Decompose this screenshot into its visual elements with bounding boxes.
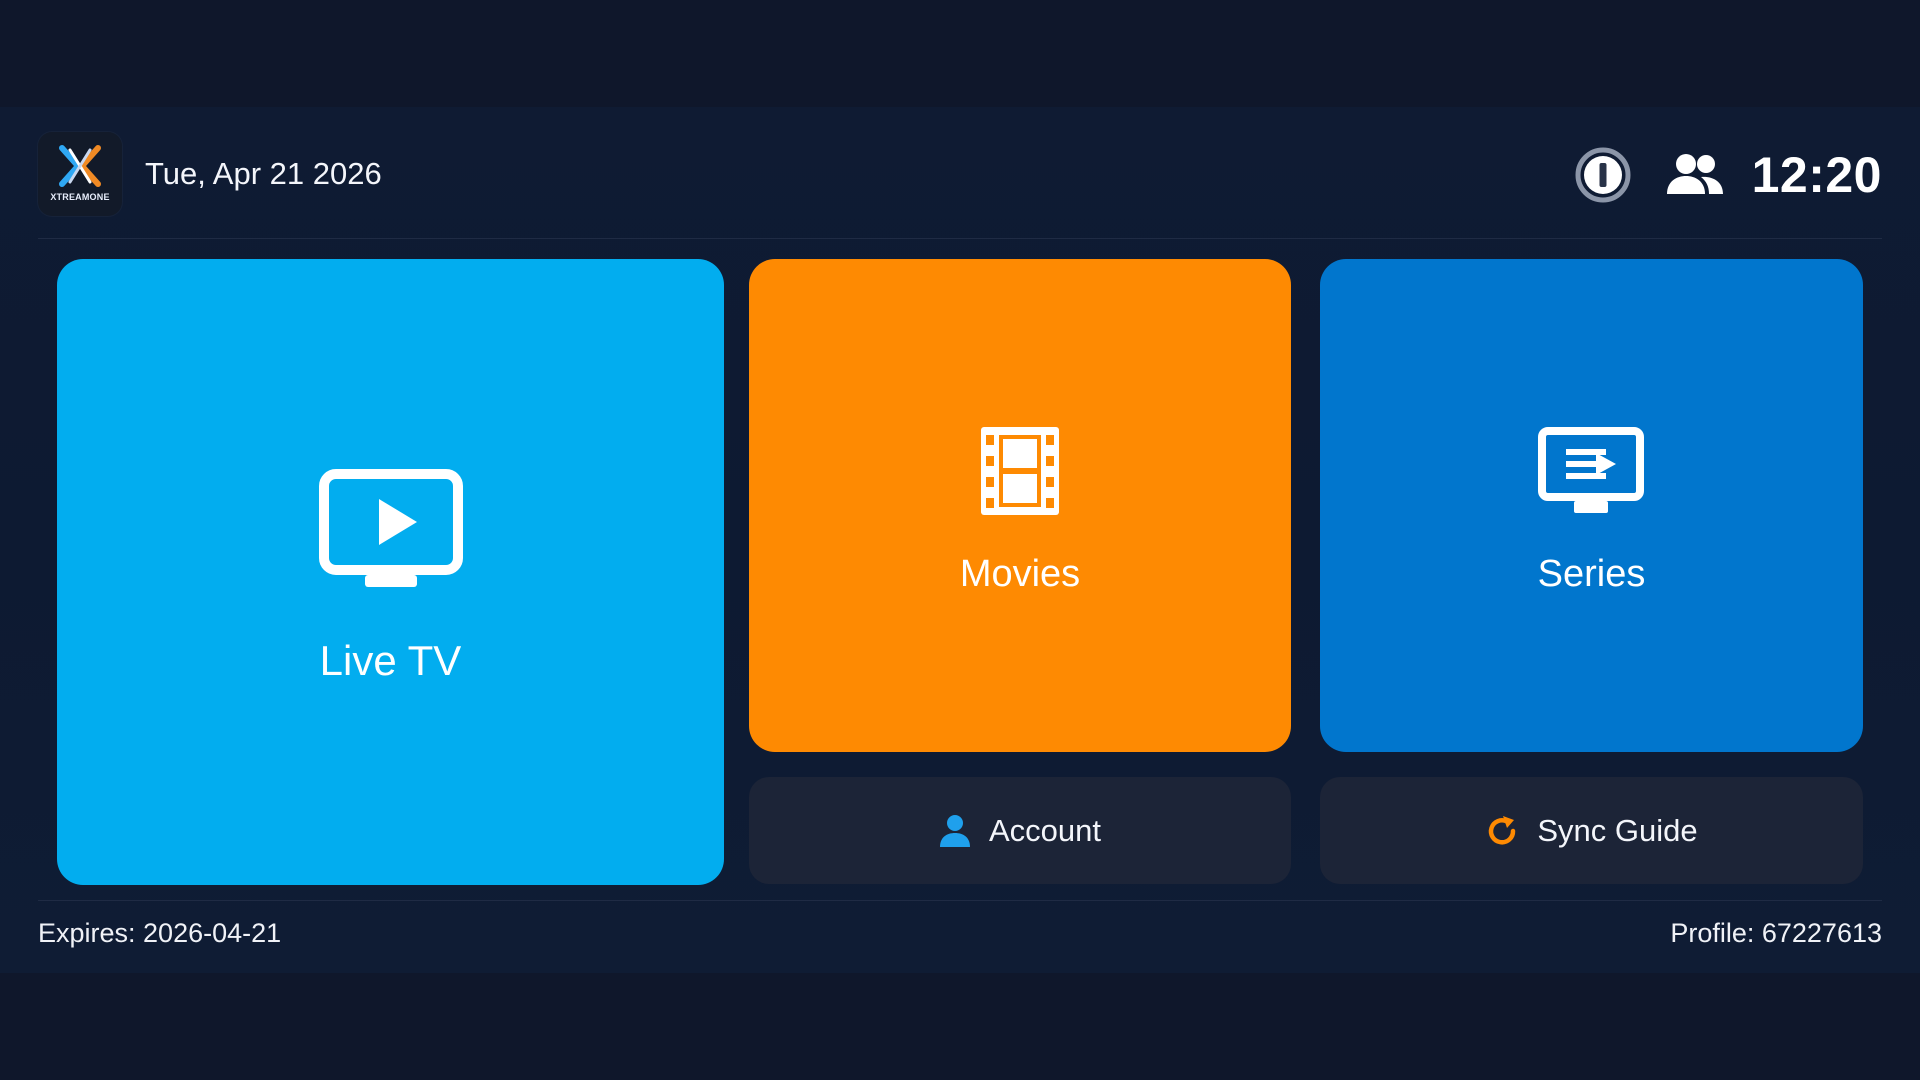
footer-divider <box>38 900 1882 901</box>
series-screen-icon <box>1538 427 1644 513</box>
profile-id: Profile: 67227613 <box>1670 918 1882 948</box>
app-logo: XTREAMONE <box>38 132 122 216</box>
switch-profile-button[interactable] <box>1665 150 1725 200</box>
movies-label: Movies <box>959 553 1081 595</box>
sync-guide-button[interactable]: Sync Guide <box>1320 777 1863 884</box>
users-icon <box>1667 154 1723 194</box>
refresh-icon <box>1489 815 1516 844</box>
sync-guide-label: Sync Guide <box>1537 812 1698 848</box>
info-button[interactable] <box>1574 146 1632 204</box>
series-label: Series <box>1537 553 1646 595</box>
logo-text: XTREAMONE <box>50 192 110 202</box>
movies-tile[interactable]: Movies <box>749 259 1291 752</box>
live-tv-tile[interactable]: Live TV <box>57 259 724 885</box>
tv-play-icon <box>319 469 463 587</box>
film-icon <box>981 427 1059 515</box>
account-button[interactable]: Account <box>749 777 1291 884</box>
info-icon <box>1575 147 1631 203</box>
date-label: Tue, Apr 21 2026 <box>145 156 382 191</box>
header: XTREAMONE Tue, Apr 21 2026 12:20 <box>38 132 1882 220</box>
header-divider <box>38 238 1882 239</box>
series-tile[interactable]: Series <box>1320 259 1863 752</box>
user-icon <box>939 814 970 847</box>
clock: 12:20 <box>1751 147 1882 203</box>
live-tv-label: Live TV <box>319 637 462 684</box>
expiry-date: Expires: 2026-04-21 <box>38 918 282 948</box>
account-label: Account <box>988 812 1101 848</box>
logo-x-icon <box>59 145 101 187</box>
